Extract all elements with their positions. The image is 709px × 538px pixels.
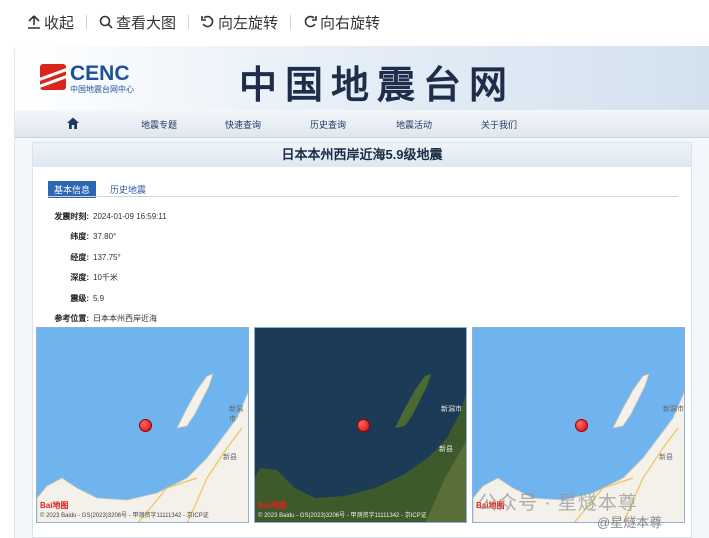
nav-item-topics[interactable]: 地震专题 xyxy=(141,118,177,131)
info-key: 经度: xyxy=(70,252,89,262)
map-copyright: © 2023 Baidu - GS(2023)3206号 - 甲测资字11111… xyxy=(40,513,209,519)
info-row-time: 发震时刻: 2024-01-09 16:59:11 xyxy=(33,206,333,227)
baidu-logo-text: Bai xyxy=(40,501,53,510)
site-banner: CENC 中国地震台网中心 中国地震台网 xyxy=(15,46,709,110)
rotate-right-button[interactable]: 向右旋转 xyxy=(302,12,380,33)
site-title: 中国地震台网 xyxy=(239,62,516,107)
rotate-right-label: 向右旋转 xyxy=(320,14,381,32)
info-value: 37.80° xyxy=(93,232,117,242)
info-value: 5.9 xyxy=(93,293,105,303)
map-copyright: © 2023 Baidu - GS(2023)3206号 - 甲测资字11111… xyxy=(258,513,427,519)
info-key: 参考位置: xyxy=(54,314,89,324)
epicenter-marker[interactable] xyxy=(139,419,152,432)
site-logo: CENC xyxy=(70,62,130,85)
city-label: 新县 xyxy=(659,454,673,461)
view-large-label: 查看大图 xyxy=(116,14,177,32)
search-icon xyxy=(99,15,113,29)
rotate-right-icon xyxy=(304,15,317,28)
divider xyxy=(188,15,190,29)
collapse-label: 收起 xyxy=(44,14,75,32)
epicenter-marker[interactable] xyxy=(357,419,370,432)
upload-arrow-icon xyxy=(28,15,40,29)
watermark-text: 公众号 · 星燧本尊 xyxy=(478,493,638,514)
rotate-left-button[interactable]: 向左旋转 xyxy=(200,12,278,33)
info-value: 日本本州西岸近海 xyxy=(93,314,157,324)
collapse-button[interactable]: 收起 xyxy=(26,12,74,33)
baidu-logo-red: 地图 xyxy=(52,501,69,510)
baidu-logo-red: 地图 xyxy=(270,501,287,510)
screenshot-image: CENC 中国地震台网中心 中国地震台网 地震专题 快速查询 历史查询 地震活动… xyxy=(14,46,709,538)
cenc-logo-icon xyxy=(40,64,66,90)
site-logo-subtitle: 中国地震台网中心 xyxy=(70,85,134,94)
info-key: 深度: xyxy=(70,273,89,283)
tab-underline xyxy=(48,196,678,197)
city-label: 新县 xyxy=(223,454,237,461)
city-label: 新潟市 xyxy=(229,406,243,423)
earthquake-detail-panel: 日本本州西岸近海5.9级地震 基本信息 历史地震 发震时刻: 2024-01-09… xyxy=(32,142,692,538)
rotate-left-label: 向左旋转 xyxy=(218,14,279,32)
info-key: 震级: xyxy=(70,293,89,303)
city-label: 新潟市 xyxy=(441,406,462,413)
earthquake-info-list: 发震时刻: 2024-01-09 16:59:11 纬度: 37.80° 经度: 13… xyxy=(33,206,333,329)
nav-item-history-search[interactable]: 历史查询 xyxy=(310,118,346,131)
view-large-button[interactable]: 查看大图 xyxy=(98,12,176,33)
info-row-longitude: 经度: 137.75° xyxy=(33,247,333,268)
city-label: 新潟市 xyxy=(663,406,684,413)
divider xyxy=(86,15,88,29)
map-satellite[interactable]: 新潟市 新县 Bai地图 © 2023 Baidu - GS(2023)3206… xyxy=(254,327,467,523)
info-value: 10千米 xyxy=(93,273,118,283)
info-value: 137.75° xyxy=(93,252,121,262)
city-label: 新县 xyxy=(439,446,453,453)
home-icon[interactable] xyxy=(66,116,80,130)
rotate-left-icon xyxy=(201,15,214,28)
info-key: 纬度: xyxy=(70,232,89,242)
page-title: 日本本州西岸近海5.9级地震 xyxy=(33,143,691,167)
info-row-latitude: 纬度: 37.80° xyxy=(33,227,333,248)
info-row-magnitude: 震级: 5.9 xyxy=(33,288,333,309)
info-value: 2024-01-09 16:59:11 xyxy=(93,211,167,221)
image-viewer-toolbar: 收起 查看大图 向左旋转 向右旋转 xyxy=(0,0,709,44)
baidu-logo-text: Bai xyxy=(258,501,271,510)
info-row-location: 参考位置: 日本本州西岸近海 xyxy=(33,309,333,330)
info-row-depth: 深度: 10千米 xyxy=(33,268,333,289)
nav-item-quick-search[interactable]: 快速查询 xyxy=(225,118,261,131)
map-standard[interactable]: 新潟市 新县 Bai地图 © 2023 Baidu - GS(2023)3206… xyxy=(36,327,249,523)
site-nav: 地震专题 快速查询 历史查询 地震活动 关于我们 xyxy=(15,110,709,138)
divider xyxy=(290,15,292,29)
nav-item-about[interactable]: 关于我们 xyxy=(481,118,517,131)
info-key: 发震时刻: xyxy=(54,211,89,221)
epicenter-marker[interactable] xyxy=(575,419,588,432)
nav-item-activity[interactable]: 地震活动 xyxy=(396,118,432,131)
watermark-handle: @星燧本尊 xyxy=(597,515,663,530)
